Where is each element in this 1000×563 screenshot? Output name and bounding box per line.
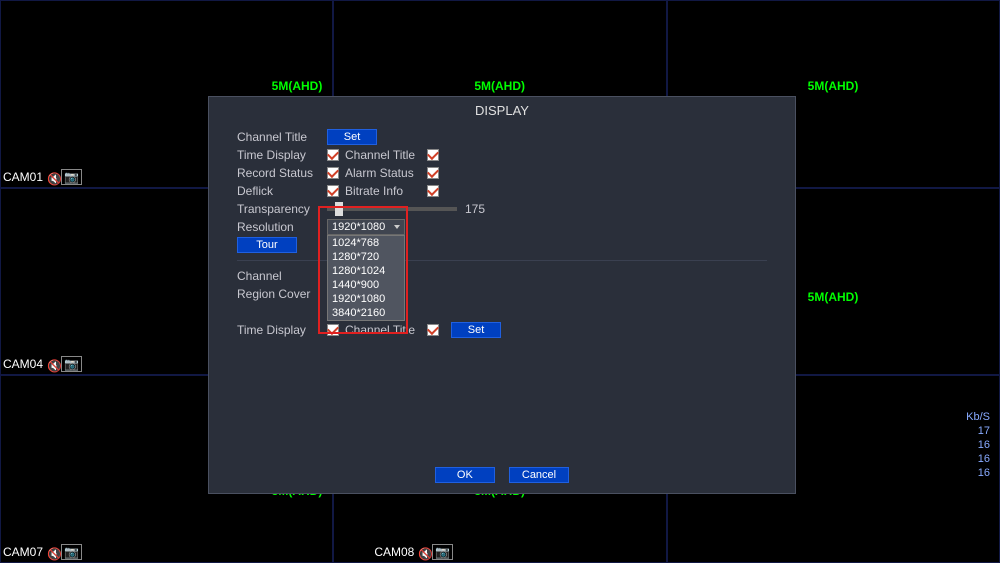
channel-title-checkbox[interactable] bbox=[427, 149, 439, 161]
record-status-checkbox[interactable] bbox=[327, 167, 339, 179]
bitrate-value: 17 bbox=[966, 424, 990, 438]
bitrate-info-sublabel: Bitrate Info bbox=[345, 184, 427, 198]
resolution-option[interactable]: 1280*720 bbox=[328, 250, 404, 264]
time-display-label: Time Display bbox=[237, 148, 327, 162]
speaker-mute-icon: 🔇 bbox=[47, 172, 57, 182]
alarm-status-checkbox[interactable] bbox=[427, 167, 439, 179]
resolution-label: Resolution bbox=[237, 220, 327, 234]
deflick-checkbox[interactable] bbox=[327, 185, 339, 197]
alarm-status-sublabel: Alarm Status bbox=[345, 166, 427, 180]
resolution-option[interactable]: 1280*1024 bbox=[328, 264, 404, 278]
bitrate-value: 16 bbox=[966, 452, 990, 466]
tour-button[interactable]: Tour bbox=[237, 237, 297, 253]
bitrate-panel: Kb/S 17 16 16 16 bbox=[966, 410, 990, 480]
transparency-value: 175 bbox=[465, 202, 485, 216]
set-button[interactable]: Set bbox=[327, 129, 377, 145]
record-status-label: Record Status bbox=[237, 166, 327, 180]
channel-title-sublabel: Channel Title bbox=[345, 148, 427, 162]
speaker-mute-icon: 🔇 bbox=[47, 359, 57, 369]
camera-icon: 📷 bbox=[61, 356, 82, 372]
resolution-option[interactable]: 1440*900 bbox=[328, 278, 404, 292]
transparency-label: Transparency bbox=[237, 202, 327, 216]
bitrate-value: 16 bbox=[966, 466, 990, 480]
resolution-dropdown: 1024*768 1280*720 1280*1024 1440*900 192… bbox=[327, 235, 405, 321]
deflick-label: Deflick bbox=[237, 184, 327, 198]
bitrate-info-checkbox[interactable] bbox=[427, 185, 439, 197]
time-display-checkbox[interactable] bbox=[327, 149, 339, 161]
ok-button[interactable]: OK bbox=[435, 467, 495, 483]
cam-mode-label: 5M(AHD) bbox=[272, 79, 323, 93]
cam-mode-label: 5M(AHD) bbox=[808, 79, 859, 93]
channel-label: Channel bbox=[237, 269, 327, 283]
resolution-option[interactable]: 1920*1080 bbox=[328, 292, 404, 306]
resolution-option[interactable]: 1024*768 bbox=[328, 236, 404, 250]
speaker-mute-icon: 🔇 bbox=[47, 547, 57, 557]
time-display2-checkbox[interactable] bbox=[327, 324, 339, 336]
slider-thumb[interactable] bbox=[335, 202, 343, 216]
transparency-slider[interactable] bbox=[327, 207, 457, 211]
set2-button[interactable]: Set bbox=[451, 322, 501, 338]
region-cover-label: Region Cover bbox=[237, 287, 327, 301]
cam04-label: CAM04🔇📷 bbox=[3, 356, 82, 372]
divider bbox=[237, 260, 767, 261]
bitrate-value: 16 bbox=[966, 438, 990, 452]
channel-title-label: Channel Title bbox=[237, 130, 327, 144]
cam08-label: CAM08🔇📷 bbox=[374, 544, 453, 560]
cam07-label: CAM07🔇📷 bbox=[3, 544, 82, 560]
cam01-label: CAM01🔇📷 bbox=[3, 169, 82, 185]
speaker-mute-icon: 🔇 bbox=[418, 547, 428, 557]
camera-icon: 📷 bbox=[61, 169, 82, 185]
channel-title2-sublabel: Channel Title bbox=[345, 323, 427, 337]
camera-icon: 📷 bbox=[432, 544, 453, 560]
camera-icon: 📷 bbox=[61, 544, 82, 560]
channel-title2-checkbox[interactable] bbox=[427, 324, 439, 336]
cancel-button[interactable]: Cancel bbox=[509, 467, 569, 483]
resolution-option[interactable]: 3840*2160 bbox=[328, 306, 404, 320]
bitrate-header: Kb/S bbox=[966, 410, 990, 424]
dialog-title: DISPLAY bbox=[209, 97, 795, 124]
cam-mode-label: 5M(AHD) bbox=[808, 290, 859, 304]
time-display2-label: Time Display bbox=[237, 323, 327, 337]
resolution-select[interactable]: 1920*1080 bbox=[327, 219, 405, 235]
cam-mode-label: 5M(AHD) bbox=[474, 79, 525, 93]
display-dialog: DISPLAY Channel Title Set Time Display C… bbox=[208, 96, 796, 494]
